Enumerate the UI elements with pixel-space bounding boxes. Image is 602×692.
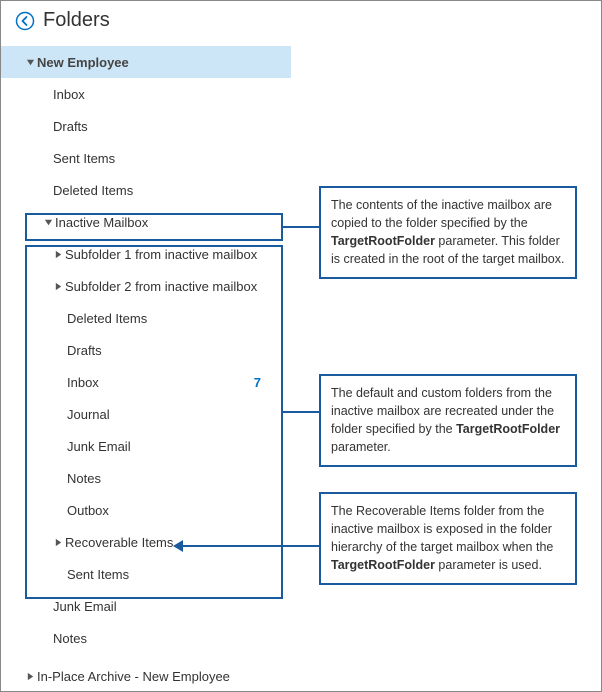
chevron-right-icon	[51, 282, 65, 291]
tree-item-inactive-mailbox[interactable]: Inactive Mailbox	[1, 206, 291, 238]
tree-item-notes[interactable]: Notes	[1, 622, 291, 654]
tree-item-deleted-items[interactable]: Deleted Items	[1, 174, 291, 206]
page-title: Folders	[43, 9, 110, 32]
tree-item-im-junk[interactable]: Junk Email	[1, 430, 291, 462]
tree-item-subfolder-2[interactable]: Subfolder 2 from inactive mailbox	[1, 270, 291, 302]
tree-item-label: In-Place Archive - New Employee	[37, 669, 291, 684]
callout-target-root: The contents of the inactive mailbox are…	[319, 186, 577, 279]
tree-item-im-notes[interactable]: Notes	[1, 462, 291, 494]
tree-item-junk-email[interactable]: Junk Email	[1, 590, 291, 622]
tree-item-label: New Employee	[37, 55, 291, 70]
tree-item-label: Deleted Items	[67, 311, 291, 326]
tree-item-label: Subfolder 1 from inactive mailbox	[65, 247, 291, 262]
folder-tree: New Employee Inbox Drafts Sent Items Del…	[1, 42, 291, 692]
tree-item-label: Recoverable Items	[65, 535, 291, 550]
tree-item-label: Outbox	[67, 503, 291, 518]
callout-param: TargetRootFolder	[331, 558, 435, 572]
tree-item-label: Sent Items	[67, 567, 291, 582]
tree-item-im-sent-items[interactable]: Sent Items	[1, 558, 291, 590]
tree-item-label: Inbox	[53, 87, 291, 102]
tree-item-im-outbox[interactable]: Outbox	[1, 494, 291, 526]
tree-item-label: Junk Email	[67, 439, 291, 454]
callout-recoverable-items: The Recoverable Items folder from the in…	[319, 492, 577, 585]
chevron-right-icon	[23, 672, 37, 681]
tree-item-sent-items[interactable]: Sent Items	[1, 142, 291, 174]
callout-text: The Recoverable Items folder from the in…	[331, 504, 553, 554]
tree-item-label: Journal	[67, 407, 291, 422]
tree-item-subfolder-1[interactable]: Subfolder 1 from inactive mailbox	[1, 238, 291, 270]
tree-item-new-employee[interactable]: New Employee	[1, 46, 291, 78]
unread-count: 7	[254, 375, 291, 390]
chevron-right-icon	[51, 250, 65, 259]
tree-item-im-inbox[interactable]: Inbox 7	[1, 366, 291, 398]
chevron-right-icon	[51, 538, 65, 547]
callout-text: The contents of the inactive mailbox are…	[331, 198, 552, 230]
tree-item-im-journal[interactable]: Journal	[1, 398, 291, 430]
tree-item-inbox[interactable]: Inbox	[1, 78, 291, 110]
back-icon[interactable]	[15, 11, 35, 31]
callout-param: TargetRootFolder	[331, 234, 435, 248]
chevron-down-icon	[41, 218, 55, 227]
tree-item-label: Notes	[53, 631, 291, 646]
tree-item-label: Subfolder 2 from inactive mailbox	[65, 279, 291, 294]
header: Folders	[1, 1, 601, 42]
tree-item-archive[interactable]: In-Place Archive - New Employee	[1, 660, 291, 692]
tree-item-im-recoverable[interactable]: Recoverable Items	[1, 526, 291, 558]
callout-text: parameter is used.	[435, 558, 542, 572]
tree-item-label: Drafts	[53, 119, 291, 134]
tree-item-label: Junk Email	[53, 599, 291, 614]
tree-item-im-drafts[interactable]: Drafts	[1, 334, 291, 366]
callout-param: TargetRootFolder	[456, 422, 560, 436]
tree-item-label: Sent Items	[53, 151, 291, 166]
callout-text: parameter.	[331, 440, 391, 454]
chevron-down-icon	[23, 58, 37, 67]
tree-item-label: Deleted Items	[53, 183, 291, 198]
tree-item-drafts[interactable]: Drafts	[1, 110, 291, 142]
tree-item-im-deleted-items[interactable]: Deleted Items	[1, 302, 291, 334]
tree-item-label: Notes	[67, 471, 291, 486]
callout-default-folders: The default and custom folders from the …	[319, 374, 577, 467]
tree-item-label: Inactive Mailbox	[55, 215, 291, 230]
tree-item-label: Inbox	[67, 375, 254, 390]
tree-item-label: Drafts	[67, 343, 291, 358]
